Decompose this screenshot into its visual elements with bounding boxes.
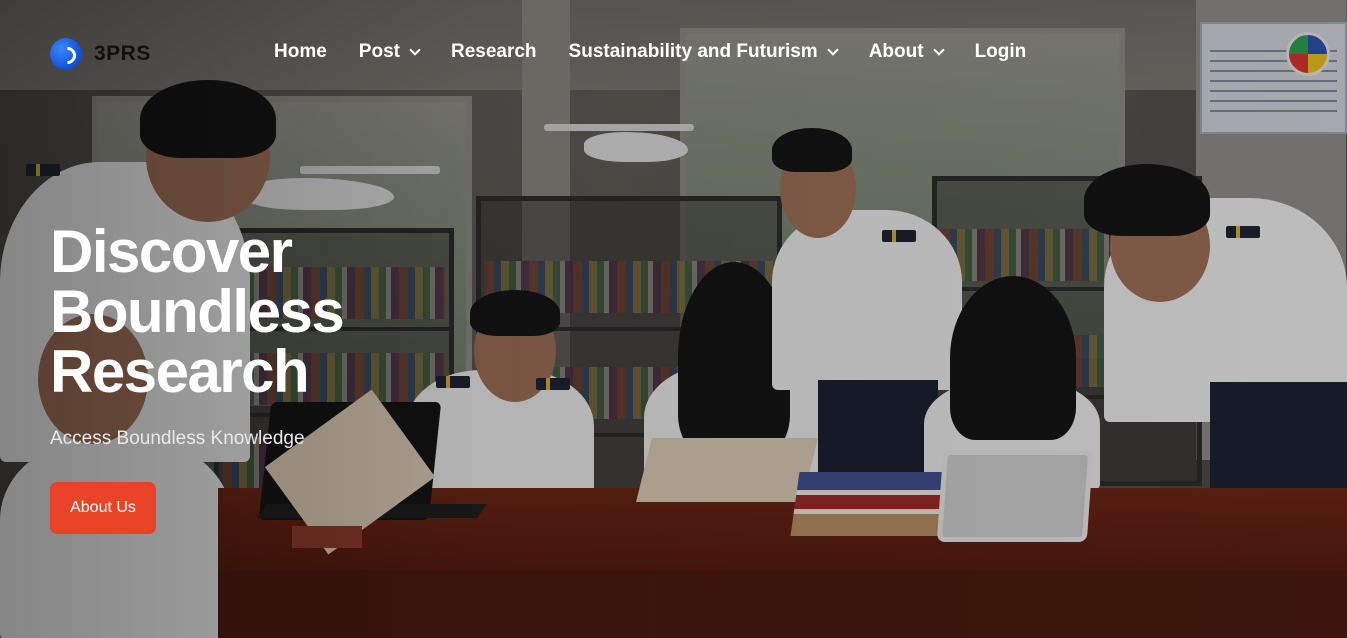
site-header: 3PRS Home Post Research Sustainability a…	[0, 0, 1347, 108]
nav-item-label: Post	[358, 41, 400, 62]
brand-logo-link[interactable]: 3PRS	[50, 38, 151, 70]
hero-title-line: Boundless	[50, 278, 345, 345]
nav-item-about[interactable]: About	[868, 41, 945, 63]
nav-item-login[interactable]: Login	[975, 41, 1027, 63]
chevron-down-icon	[932, 43, 945, 56]
hero-title-line: Discover	[50, 218, 293, 285]
hero-section: 3PRS Home Post Research Sustainability a…	[0, 0, 1347, 638]
nav-item-label: Home	[274, 41, 327, 62]
hero-content: Discover Boundless Research Access Bound…	[50, 222, 470, 534]
nav-item-label: Login	[974, 41, 1027, 62]
hero-title-line: Research	[50, 338, 310, 405]
circular-logo-icon	[50, 38, 82, 70]
nav-item-post[interactable]: Post	[358, 41, 421, 63]
nav-item-research[interactable]: Research	[451, 41, 537, 63]
brand-name: 3PRS	[94, 42, 151, 65]
hero-title: Discover Boundless Research	[50, 222, 470, 402]
nav-item-label: Sustainability and Futurism	[568, 41, 818, 62]
about-us-button[interactable]: About Us	[50, 482, 156, 534]
chevron-down-icon	[409, 43, 421, 56]
hero-subtitle: Access Boundless Knowledge	[50, 428, 305, 449]
nav-item-sustainability-and-futurism[interactable]: Sustainability and Futurism	[568, 41, 839, 63]
nav-item-home[interactable]: Home	[274, 41, 327, 63]
main-nav: Home Post Research Sustainability and Fu…	[274, 41, 1058, 63]
nav-item-label: Research	[450, 41, 537, 62]
chevron-down-icon	[827, 43, 839, 56]
button-label: About Us	[70, 499, 136, 516]
nav-item-label: About	[868, 41, 924, 62]
